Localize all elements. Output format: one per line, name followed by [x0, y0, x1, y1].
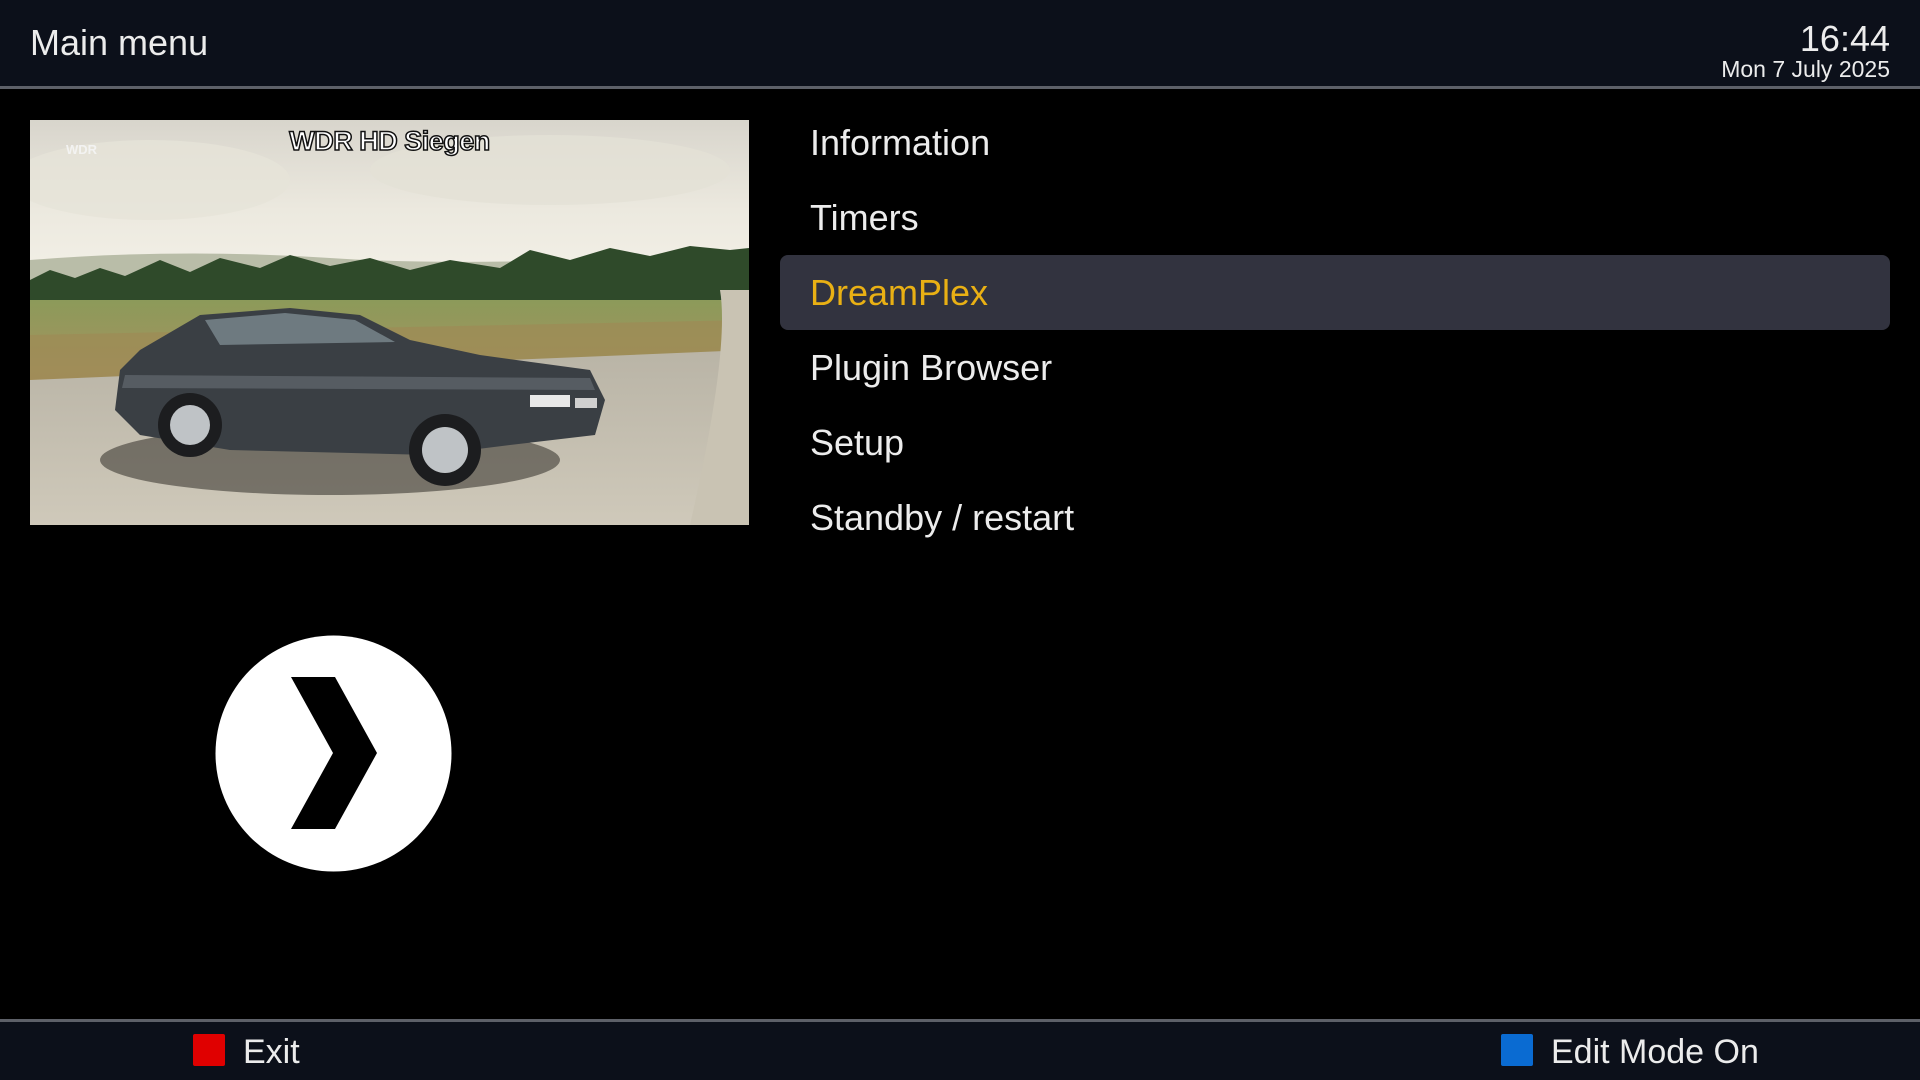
blue-key-icon: [1501, 1034, 1533, 1066]
page-title: Main menu: [30, 22, 209, 63]
blue-key-label: Edit Mode On: [1551, 1033, 1759, 1071]
footer-bar: Exit Edit Mode On: [0, 1022, 1920, 1080]
menu-item-label: Plugin Browser: [810, 347, 1053, 388]
channel-name: WDR HD Siegen: [288, 125, 491, 157]
menu-item-information[interactable]: Information: [780, 105, 1890, 180]
menu-item-label: Standby / restart: [810, 497, 1075, 538]
tv-preview: WDR WDR HD Siegen: [30, 120, 749, 525]
menu-item-label: Timers: [810, 197, 919, 238]
menu-item-label: Information: [810, 122, 991, 163]
menu-item-timers[interactable]: Timers: [780, 180, 1890, 255]
clock-date: Mon 7 July 2025: [1721, 56, 1890, 82]
clock-time: 16:44: [1799, 18, 1890, 59]
menu-item-plugin-browser[interactable]: Plugin Browser: [780, 330, 1890, 405]
main-menu-screen: Main menu 16:44 Mon 7 July 2025 WDR WDR …: [0, 0, 1920, 1080]
plex-chevron-icon: [215, 635, 452, 872]
header-divider: [0, 86, 1920, 89]
menu-item-label: Setup: [810, 422, 905, 463]
preview-image: [30, 120, 749, 525]
menu-item-dreamplex[interactable]: DreamPlex: [780, 255, 1890, 330]
menu-item-setup[interactable]: Setup: [780, 405, 1890, 480]
menu-item-label: DreamPlex: [810, 272, 989, 313]
header-bar: Main menu 16:44 Mon 7 July 2025: [0, 0, 1920, 86]
red-key-label: Exit: [243, 1033, 300, 1071]
menu-item-standby-restart[interactable]: Standby / restart: [780, 480, 1890, 555]
red-key-icon: [193, 1034, 225, 1066]
main-menu-list: Information Timers DreamPlex Plugin Brow…: [780, 105, 1890, 555]
